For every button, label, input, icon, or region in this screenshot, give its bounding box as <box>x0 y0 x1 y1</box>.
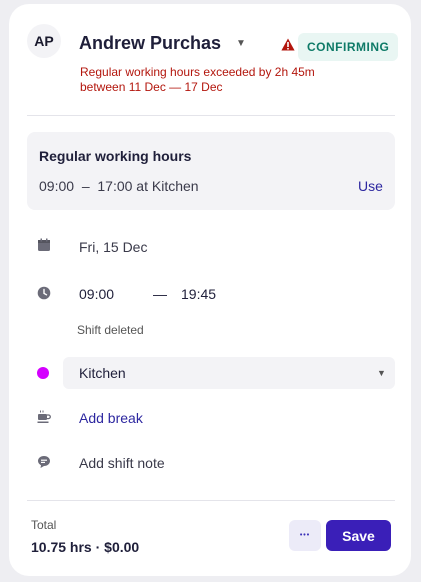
coffee-icon <box>37 410 51 423</box>
start-time-input[interactable]: 09:00 <box>79 286 114 302</box>
position-select[interactable]: Kitchen <box>63 357 395 389</box>
total-value: 10.75 hrs · $0.00 <box>31 539 140 555</box>
end-time-input[interactable]: 19:45 <box>181 286 216 302</box>
regular-hours-title: Regular working hours <box>39 148 192 164</box>
status-badge: CONFIRMING <box>298 33 399 61</box>
comment-icon <box>38 456 50 468</box>
shift-deleted-note: Shift deleted <box>77 323 144 337</box>
more-options-button[interactable]: ••• <box>289 520 321 551</box>
save-button[interactable]: Save <box>326 520 391 551</box>
chevron-down-icon[interactable]: ▼ <box>236 38 246 49</box>
shift-date[interactable]: Fri, 15 Dec <box>79 239 147 255</box>
time-separator: — <box>153 286 167 302</box>
add-break-button[interactable]: Add break <box>79 410 143 426</box>
employee-name[interactable]: Andrew Purchas <box>79 33 221 54</box>
use-regular-hours-button[interactable]: Use <box>358 178 383 194</box>
divider <box>27 500 395 501</box>
more-icon: ••• <box>299 532 311 539</box>
regular-hours-value: 09:00 – 17:00 at Kitchen <box>39 178 199 194</box>
shift-editor-card: AP Andrew Purchas ▼ CONFIRMING Regular w… <box>9 4 411 576</box>
hours-exceeded-warning: Regular working hours exceeded by 2h 45m… <box>80 65 360 95</box>
chevron-down-icon: ▼ <box>377 368 386 378</box>
position-select-value: Kitchen <box>79 365 126 381</box>
regular-hours-panel <box>27 132 395 210</box>
total-label: Total <box>31 518 57 532</box>
add-shift-note-input[interactable]: Add shift note <box>79 455 165 471</box>
warning-line-1: Regular working hours exceeded by 2h 45m <box>80 65 315 79</box>
clock-icon <box>37 286 51 300</box>
position-color-dot <box>37 367 49 379</box>
divider <box>27 115 395 116</box>
warning-line-2: between 11 Dec — 17 Dec <box>80 80 223 94</box>
calendar-icon <box>38 238 50 251</box>
warning-icon <box>281 38 295 51</box>
avatar: AP <box>27 24 61 58</box>
